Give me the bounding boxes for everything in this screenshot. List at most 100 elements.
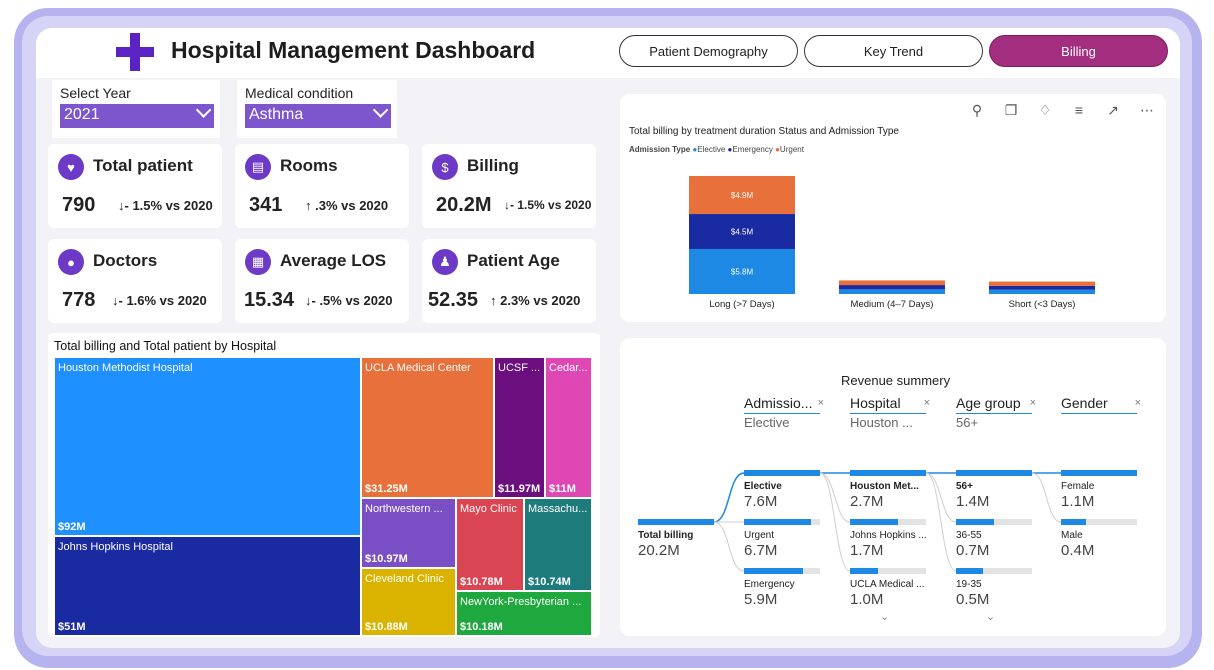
node-label: 56+ — [956, 481, 973, 492]
treemap-tile[interactable]: UCLA Medical Center $31.25M — [361, 357, 494, 498]
x-tick-label: Long (>7 Days) — [709, 299, 774, 310]
level-selected-hospital: Houston ... — [850, 415, 913, 430]
dashboard-canvas: Hospital Management Dashboard Patient De… — [36, 28, 1180, 648]
x-tick-label: Medium (4–7 Days) — [851, 299, 934, 310]
node-bar-fill[interactable] — [744, 568, 804, 574]
close-icon[interactable]: × — [818, 397, 824, 409]
kpi-card-average-los: ▦ Average LOS 15.34 ↓- .5% vs 2020 — [235, 239, 409, 323]
treemap-tile[interactable]: Johns Hopkins Hospital $51M — [54, 536, 361, 636]
kpi-title: Patient Age — [467, 251, 560, 270]
treemap-tile[interactable]: Houston Methodist Hospital $92M — [54, 357, 361, 536]
kpi-title: Billing — [467, 156, 519, 175]
treemap-tile[interactable]: UCSF ... $11.97M — [494, 357, 545, 498]
node-bar-fill[interactable] — [744, 470, 820, 476]
close-icon[interactable]: × — [1135, 397, 1141, 409]
money-bag-icon: $ — [432, 154, 458, 180]
page-title: Hospital Management Dashboard — [171, 37, 536, 63]
treemap-tile-name: Mayo Clinic — [460, 503, 517, 515]
node-bar-fill[interactable] — [850, 568, 879, 574]
treemap-tile[interactable]: Massachu... $10.74M — [524, 498, 592, 591]
tab-billing[interactable]: Billing — [989, 35, 1168, 67]
bar-elective-2[interactable] — [989, 289, 1095, 294]
level-head-label: Gender — [1061, 395, 1108, 411]
year-dropdown[interactable]: 2021 — [60, 102, 214, 128]
node-label: Urgent — [744, 530, 775, 541]
node-label: Houston Met... — [850, 481, 919, 492]
node-value: 1.0M — [850, 591, 884, 608]
node-bar-fill[interactable] — [744, 519, 811, 525]
level-head-age-group[interactable]: Age group × — [956, 395, 1036, 414]
year-slicer: Select Year 2021 — [52, 80, 220, 138]
kpi-title: Average LOS — [280, 251, 387, 270]
level-head-label: Admissio... — [744, 395, 813, 411]
treemap-tile-value: $10.97M — [365, 553, 408, 565]
node-bar-fill[interactable] — [1061, 519, 1087, 525]
bar-urgent-1[interactable] — [839, 280, 945, 286]
node-bar-fill[interactable] — [956, 568, 984, 574]
node-value: 6.7M — [744, 542, 778, 559]
treemap-tile-name: Cleveland Clinic — [365, 573, 444, 585]
doctor-icon: ● — [58, 249, 84, 275]
treemap-tile-name: Johns Hopkins Hospital — [58, 541, 173, 553]
kpi-change: ↓- 1.5% vs 2020 — [504, 198, 592, 212]
level-head-admission[interactable]: Admissio... × — [744, 395, 824, 414]
treemap-tile-name: NewYork-Presbyterian ... — [460, 596, 582, 608]
bed-icon: ▤ — [245, 154, 271, 180]
node-label: Elective — [744, 481, 782, 492]
bar-data-label: $4.5M — [731, 228, 754, 237]
node-bar-fill[interactable] — [850, 519, 898, 525]
bar-emergency-2[interactable] — [989, 285, 1095, 290]
node-bar-fill[interactable] — [956, 519, 994, 525]
bar-data-label: $5.8M — [731, 267, 754, 276]
bar-emergency-1[interactable] — [839, 285, 945, 290]
treemap-tile[interactable]: NewYork-Presbyterian ... $10.18M — [456, 591, 592, 636]
node-value: 2.7M — [850, 493, 884, 510]
level-head-gender[interactable]: Gender × — [1061, 395, 1141, 414]
treemap-tile-value: $10.78M — [460, 576, 503, 588]
kpi-change: ↑ .3% vs 2020 — [305, 198, 389, 213]
treemap-tile-value: $10.74M — [528, 576, 571, 588]
node-bar-fill[interactable] — [956, 470, 1032, 476]
close-icon[interactable]: × — [1030, 397, 1036, 409]
node-value: 0.7M — [956, 542, 990, 559]
kpi-title: Rooms — [280, 156, 338, 175]
treemap-tile[interactable]: Mayo Clinic $10.78M — [456, 498, 524, 591]
treemap-tile[interactable]: Northwestern ... $10.97M — [361, 498, 456, 568]
expand-chevron-icon[interactable]: ⌄ — [880, 610, 889, 623]
treemap-tile-name: UCLA Medical Center — [365, 362, 471, 374]
node-value: 1.1M — [1061, 493, 1095, 510]
level-head-label: Hospital — [850, 395, 901, 411]
treemap-title: Total billing and Total patient by Hospi… — [54, 339, 277, 353]
kpi-card-total-patient: ♥ Total patient 790 ↓- 1.5% vs 2020 — [48, 144, 222, 228]
treemap-tile[interactable]: Cleveland Clinic $10.88M — [361, 568, 456, 636]
revenue-summary-title: Revenue summery — [841, 373, 951, 388]
patient-icon: ♥ — [58, 154, 84, 180]
tab-patient-demography[interactable]: Patient Demography — [619, 35, 798, 67]
kpi-title: Total patient — [93, 156, 193, 175]
treemap-tile[interactable]: Cedar... $11M — [545, 357, 592, 498]
node-bar-fill[interactable] — [850, 470, 926, 476]
kpi-card-doctors: ● Doctors 778 ↓- 1.6% vs 2020 — [48, 239, 222, 323]
kpi-card-rooms: ▤ Rooms 341 ↑ .3% vs 2020 — [235, 144, 409, 228]
treemap-tile-value: $92M — [58, 521, 86, 533]
bar-urgent-2[interactable] — [989, 281, 1095, 286]
node-value: 7.6M — [744, 493, 778, 510]
node-bar-fill[interactable] — [1061, 470, 1137, 476]
node-label: UCLA Medical ... — [850, 579, 925, 590]
close-icon[interactable]: × — [924, 397, 930, 409]
treemap-tile-name: Massachu... — [528, 503, 588, 515]
treemap-tile-name: Houston Methodist Hospital — [58, 362, 193, 374]
expand-chevron-icon[interactable]: ⌄ — [986, 610, 995, 623]
node-label: Emergency — [744, 579, 795, 590]
kpi-value: 52.35 — [428, 289, 479, 311]
node-bar-fill[interactable] — [638, 519, 714, 525]
bar-elective-1[interactable] — [839, 289, 945, 294]
kpi-title: Doctors — [93, 251, 158, 270]
tab-key-trend[interactable]: Key Trend — [804, 35, 983, 67]
treemap-tile-value: $10.88M — [365, 621, 408, 633]
node-value: 5.9M — [744, 591, 778, 608]
treemap-tile-name: Cedar... — [549, 362, 588, 374]
treemap-tile-value: $11.97M — [498, 483, 541, 495]
level-head-hospital[interactable]: Hospital × — [850, 395, 930, 414]
condition-dropdown[interactable]: Asthma — [245, 102, 391, 128]
